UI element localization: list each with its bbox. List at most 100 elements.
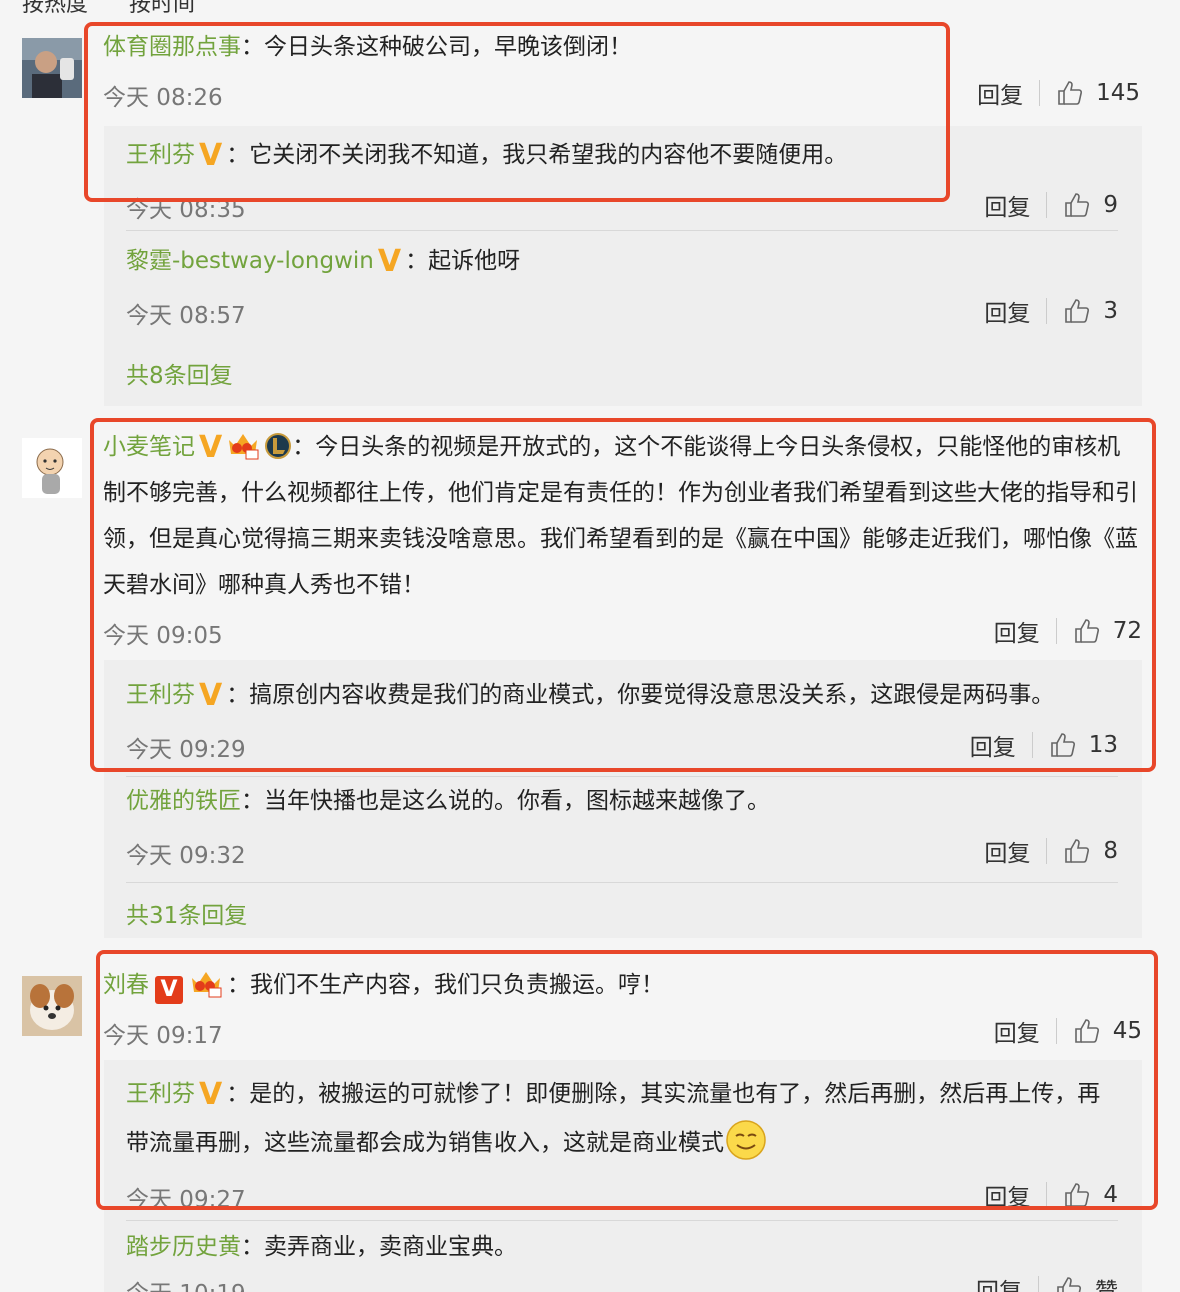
divider: [1046, 838, 1048, 864]
user-name-link[interactable]: 王利芬: [126, 1081, 195, 1107]
verified-v-icon: V: [199, 1077, 223, 1112]
reply-button[interactable]: 回复: [984, 188, 1030, 222]
reply-text: ：卖弄商业，卖商业宝典。: [241, 1234, 517, 1260]
user-name-link[interactable]: 黎霆-bestway-longwin: [126, 248, 374, 274]
divider: [126, 776, 1118, 777]
verified-v-icon: V: [377, 244, 402, 279]
reply-button[interactable]: 回复: [976, 1272, 1022, 1292]
reply-button[interactable]: 回复: [984, 1178, 1030, 1212]
reply-text: ：当年快播也是这么说的。你看，图标越来越像了。: [241, 788, 770, 814]
verified-v-icon: V: [199, 138, 223, 173]
crown-badge-icon: [226, 430, 260, 460]
reply-time: 今天 10:19: [126, 1274, 246, 1292]
reply-item: 王利芬 V ：是的，被搬运的可就惨了！即便删除，其实流量也有了，然后再删，然后再上传…: [126, 1070, 1118, 1220]
verified-v-icon: V: [155, 976, 183, 1004]
reply-button[interactable]: 回复: [994, 614, 1040, 648]
sort-by-heat-tab[interactable]: 按热度: [22, 0, 88, 17]
comment-text: ：我们不生产内容，我们只负责搬运。哼！: [227, 972, 664, 998]
reply-body: 王利芬 V ：搞原创内容收费是我们的商业模式，你要觉得没意思没关系，这跟侵是两码事。: [126, 672, 1118, 718]
crown-badge-icon: [189, 968, 223, 998]
thumbs-up-icon[interactable]: [1063, 837, 1091, 865]
comment-actions: 回复 145: [977, 76, 1140, 110]
reply-time: 今天 09:29: [126, 737, 246, 763]
like-count: 赞: [1095, 1279, 1118, 1292]
comment-feed: 按热度 按时间 体育圈那点事：今日头条这种破公司，早晚该倒闭！ 今天 08:26…: [0, 0, 1180, 1292]
reply-list: 王利芬 V ：它关闭不关闭我不知道，我只希望我的内容他不要随便用。 今天 08:35…: [104, 126, 1142, 406]
user-name-link[interactable]: 王利芬: [126, 682, 195, 708]
avatar[interactable]: [22, 438, 82, 498]
thumbs-up-icon[interactable]: [1063, 297, 1091, 325]
user-name-link[interactable]: 王利芬: [126, 142, 195, 168]
comment-body: 体育圈那点事：今日头条这种破公司，早晚该倒闭！: [103, 24, 1140, 70]
reply-button[interactable]: 回复: [994, 1014, 1040, 1048]
divider: [1055, 1018, 1057, 1044]
reply-item: 黎霆-bestway-longwin V ：起诉他呀 今天 08:57 回复 3: [126, 238, 1118, 338]
divider: [1046, 298, 1048, 324]
reply-body: 优雅的铁匠：当年快播也是这么说的。你看，图标越来越像了。: [126, 778, 1118, 824]
game-badge-icon: [264, 430, 292, 459]
divider: [1038, 1276, 1039, 1292]
comment-time: 今天 09:05: [103, 623, 223, 649]
reply-item: 王利芬 V ：搞原创内容收费是我们的商业模式，你要觉得没意思没关系，这跟侵是两码事。…: [126, 672, 1118, 772]
like-count: 4: [1103, 1182, 1118, 1208]
divider: [1031, 732, 1033, 758]
thumbs-up-icon[interactable]: [1063, 1181, 1091, 1209]
sort-by-time-tab[interactable]: 按时间: [129, 0, 195, 17]
like-count: 13: [1088, 732, 1118, 758]
verified-v-icon: V: [199, 430, 223, 465]
reply-time: 今天 09:27: [126, 1187, 246, 1213]
reply-actions: 回复 9: [984, 188, 1118, 222]
reply-button[interactable]: 回复: [970, 728, 1016, 762]
comment-body: 小麦笔记 V ：今日头条的视频是开放式的，这个不能谈得上今日头条侵权，只能怪他的审核…: [103, 424, 1140, 608]
reply-time: 今天 09:32: [126, 843, 246, 869]
comment-actions: 回复 45: [994, 1014, 1142, 1048]
divider: [126, 230, 1118, 231]
thumbs-up-icon[interactable]: [1063, 191, 1091, 219]
comment-body: 刘春 V ：我们不生产内容，我们只负责搬运。哼！: [103, 962, 1140, 1008]
reply-text: ：是的，被搬运的可就惨了！即便删除，其实流量也有了，然后再删，然后再上传，再带流…: [126, 1081, 1101, 1156]
more-replies-link[interactable]: 共31条回复: [126, 896, 247, 930]
reply-item: 王利芬 V ：它关闭不关闭我不知道，我只希望我的内容他不要随便用。 今天 08:35…: [126, 132, 1118, 232]
reply-button[interactable]: 回复: [984, 294, 1030, 328]
like-count: 72: [1112, 618, 1142, 644]
thumbs-up-icon[interactable]: [1073, 617, 1101, 645]
avatar[interactable]: [22, 38, 82, 98]
sort-tabs: 按热度 按时间: [22, 0, 229, 18]
divider: [126, 882, 1118, 883]
divider: [126, 1220, 1118, 1221]
divider: [1046, 1182, 1048, 1208]
reply-actions: 回复 赞: [976, 1272, 1118, 1292]
thumbs-up-icon[interactable]: [1073, 1017, 1101, 1045]
user-name-link[interactable]: 踏步历史黄: [126, 1234, 241, 1260]
reply-actions: 回复 13: [970, 728, 1118, 762]
reply-button[interactable]: 回复: [984, 834, 1030, 868]
divider: [1055, 618, 1057, 644]
like-count: 145: [1096, 80, 1140, 106]
avatar[interactable]: [22, 976, 82, 1036]
user-name-link[interactable]: 优雅的铁匠: [126, 788, 241, 814]
divider: [1046, 192, 1048, 218]
more-replies-link[interactable]: 共8条回复: [126, 356, 233, 390]
reply-actions: 回复 3: [984, 294, 1118, 328]
verified-v-icon: V: [199, 678, 223, 713]
user-name-link[interactable]: 刘春: [103, 972, 149, 998]
smile-emoji-icon: [724, 1118, 768, 1162]
reply-item: 踏步历史黄：卖弄商业，卖商业宝典。 今天 10:19 回复 赞: [126, 1224, 1118, 1292]
like-count: 3: [1103, 298, 1118, 324]
reply-time: 今天 08:57: [126, 303, 246, 329]
user-name-link[interactable]: 体育圈那点事: [103, 34, 241, 60]
thumbs-up-icon[interactable]: [1049, 731, 1077, 759]
like-count: 9: [1103, 192, 1118, 218]
user-name-link[interactable]: 小麦笔记: [103, 434, 195, 460]
reply-list: 王利芬 V ：是的，被搬运的可就惨了！即便删除，其实流量也有了，然后再删，然后再上传…: [104, 1060, 1142, 1292]
thumbs-up-icon[interactable]: [1056, 79, 1084, 107]
like-count: 8: [1103, 838, 1118, 864]
reply-list: 王利芬 V ：搞原创内容收费是我们的商业模式，你要觉得没意思没关系，这跟侵是两码事。…: [104, 660, 1142, 938]
thumbs-up-icon[interactable]: [1055, 1275, 1083, 1292]
like-count: 45: [1112, 1018, 1142, 1044]
reply-body: 王利芬 V ：是的，被搬运的可就惨了！即便删除，其实流量也有了，然后再删，然后再上传…: [126, 1070, 1118, 1167]
reply-text: ：搞原创内容收费是我们的商业模式，你要觉得没意思没关系，这跟侵是两码事。: [226, 682, 1055, 708]
reply-button[interactable]: 回复: [977, 76, 1023, 110]
reply-text: ：它关闭不关闭我不知道，我只希望我的内容他不要随便用。: [226, 142, 848, 168]
reply-body: 黎霆-bestway-longwin V ：起诉他呀: [126, 238, 1118, 284]
